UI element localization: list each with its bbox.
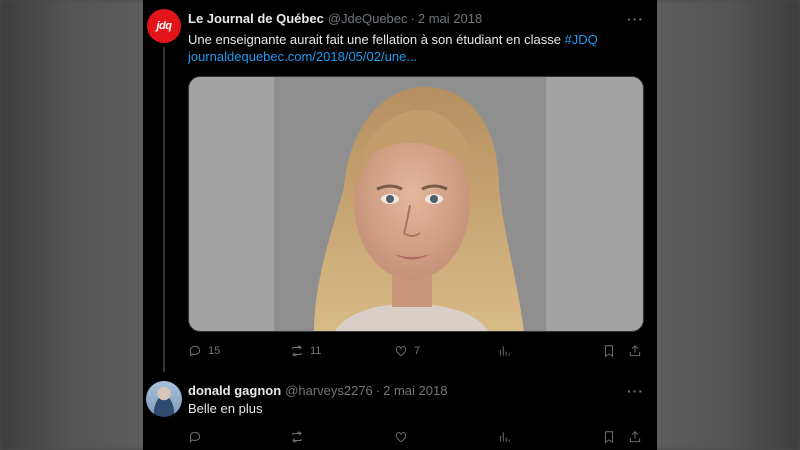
more-horizontal-icon[interactable]: ···	[627, 384, 644, 398]
reply-author-avatar[interactable]	[146, 381, 182, 417]
author-handle[interactable]: @JdeQuebec	[328, 11, 408, 26]
reply-button[interactable]: 15	[188, 344, 220, 358]
author-name[interactable]: Le Journal de Québec	[188, 11, 324, 26]
tweet-action-bar: 15 11 7	[188, 344, 644, 364]
reply-text: Belle en plus	[188, 401, 263, 416]
views-button[interactable]	[498, 344, 512, 358]
reply-separator-dot: ·	[375, 383, 381, 398]
retweet-count: 11	[310, 345, 322, 357]
tweet-header: Le Journal de Québec @JdeQuebec · 2 mai …	[188, 11, 482, 26]
portrait-photo	[314, 87, 524, 331]
bookmark-button[interactable]	[602, 344, 616, 358]
reply-author-handle[interactable]: @harveys2276	[285, 383, 373, 398]
reply-author-name[interactable]: donald gagnon	[188, 383, 281, 398]
more-horizontal-icon[interactable]: ···	[627, 12, 644, 26]
like-button[interactable]: 7	[394, 344, 420, 358]
separator-dot: ·	[410, 11, 415, 26]
bookmark-icon	[605, 345, 613, 358]
retweet-icon	[292, 431, 302, 443]
retweet-icon	[292, 345, 302, 357]
reply-reply-button[interactable]	[188, 430, 202, 444]
tweet-body: Une enseignante aurait fait une fellatio…	[188, 32, 565, 47]
bookmark-icon	[605, 431, 613, 444]
like-icon	[395, 432, 407, 443]
tweet-media-image[interactable]	[188, 76, 644, 332]
share-button[interactable]	[628, 344, 642, 358]
tweet-text: Une enseignante aurait fait une fellatio…	[188, 31, 648, 65]
reply-bookmark-button[interactable]	[602, 430, 616, 444]
article-link[interactable]: journaldequebec.com/2018/05/02/une...	[188, 49, 417, 64]
reply-header: donald gagnon @harveys2276 · 2 mai 2018	[188, 383, 447, 398]
reply-icon	[189, 431, 201, 443]
tweet-date[interactable]: 2 mai 2018	[418, 11, 482, 26]
reply-icon	[189, 345, 201, 357]
like-icon	[395, 346, 407, 357]
retweet-button[interactable]: 11	[290, 344, 321, 358]
views-icon	[499, 346, 510, 356]
share-icon	[629, 345, 641, 357]
tweet-thread-panel: jdq Le Journal de Québec @JdeQuebec · 2 …	[143, 0, 657, 450]
author-avatar[interactable]: jdq	[147, 9, 181, 43]
reply-share-button[interactable]	[628, 430, 642, 444]
avatar-logo-text: jdq	[156, 20, 173, 32]
reply-retweet-button[interactable]	[290, 430, 304, 444]
thread-connector-line	[163, 47, 165, 372]
reply-action-bar	[188, 430, 644, 450]
hashtag-link[interactable]: #JDQ	[565, 32, 598, 47]
reply-like-button[interactable]	[394, 430, 408, 444]
share-icon	[629, 431, 641, 443]
like-count: 7	[414, 345, 421, 357]
reply-views-button[interactable]	[498, 430, 512, 444]
reply-date[interactable]: 2 mai 2018	[383, 383, 447, 398]
views-icon	[499, 432, 510, 442]
reply-count: 15	[208, 345, 221, 357]
